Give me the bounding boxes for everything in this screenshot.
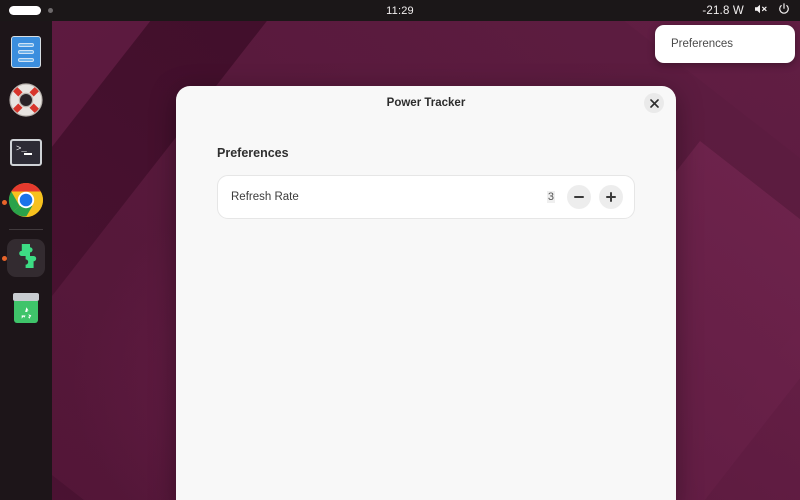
extension-tile — [7, 239, 45, 277]
power-draw-value: -21.8 W — [702, 4, 744, 17]
top-bar: 11:29 -21.8 W — [0, 0, 800, 21]
refresh-rate-label: Refresh Rate — [231, 191, 299, 203]
help-tile — [7, 82, 45, 123]
decrement-button[interactable] — [567, 185, 591, 209]
dock-item-help[interactable] — [0, 77, 52, 127]
chrome-tile — [7, 182, 45, 223]
power-tracker-dialog: Power Tracker Preferences Refresh Rate 3 — [176, 86, 676, 500]
close-icon — [649, 96, 659, 111]
dock-item-trash[interactable] — [0, 283, 52, 333]
dock-item-extension[interactable] — [0, 233, 52, 283]
dock-item-chrome[interactable] — [0, 177, 52, 227]
dock-separator — [9, 229, 43, 230]
dialog-title: Power Tracker — [386, 97, 466, 109]
top-bar-center: 11:29 — [200, 5, 600, 17]
chrome-icon — [8, 182, 44, 223]
window-dot-indicator[interactable] — [48, 8, 53, 13]
dialog-body: Preferences Refresh Rate 3 — [176, 120, 676, 219]
top-bar-right: -21.8 W — [600, 2, 800, 20]
top-bar-left — [0, 6, 200, 15]
preferences-menu-item-label: Preferences — [671, 38, 734, 50]
increment-button[interactable] — [599, 185, 623, 209]
terminal-icon: >_ — [10, 138, 42, 166]
app-dock: >_ — [0, 21, 52, 500]
power-icon[interactable] — [778, 2, 790, 20]
window-pill-indicator[interactable] — [9, 6, 41, 15]
plus-icon — [610, 192, 612, 202]
refresh-rate-stepper: 3 — [546, 185, 623, 209]
recycle-bin-icon — [12, 293, 40, 323]
preferences-popup-menu[interactable]: Preferences — [655, 25, 795, 63]
life-ring-icon — [8, 82, 44, 123]
file-cabinet-icon — [11, 36, 41, 68]
close-button[interactable] — [644, 93, 664, 113]
dialog-header: Power Tracker — [176, 86, 676, 120]
clock[interactable]: 11:29 — [386, 5, 414, 17]
setting-row-refresh-rate: Refresh Rate 3 — [217, 175, 635, 219]
section-title-preferences: Preferences — [217, 146, 289, 160]
trash-tile — [7, 289, 45, 327]
minus-icon — [574, 196, 584, 198]
terminal-tile: >_ — [7, 133, 45, 171]
desktop-screen: 11:29 -21.8 W >_ Preferences Power Track… — [0, 0, 800, 500]
dock-item-files[interactable] — [0, 27, 52, 77]
refresh-rate-value: 3 — [546, 191, 555, 203]
files-tile — [7, 33, 45, 71]
dock-item-terminal[interactable]: >_ — [0, 127, 52, 177]
puzzle-piece-icon — [11, 241, 41, 276]
volume-muted-icon[interactable] — [754, 2, 768, 20]
